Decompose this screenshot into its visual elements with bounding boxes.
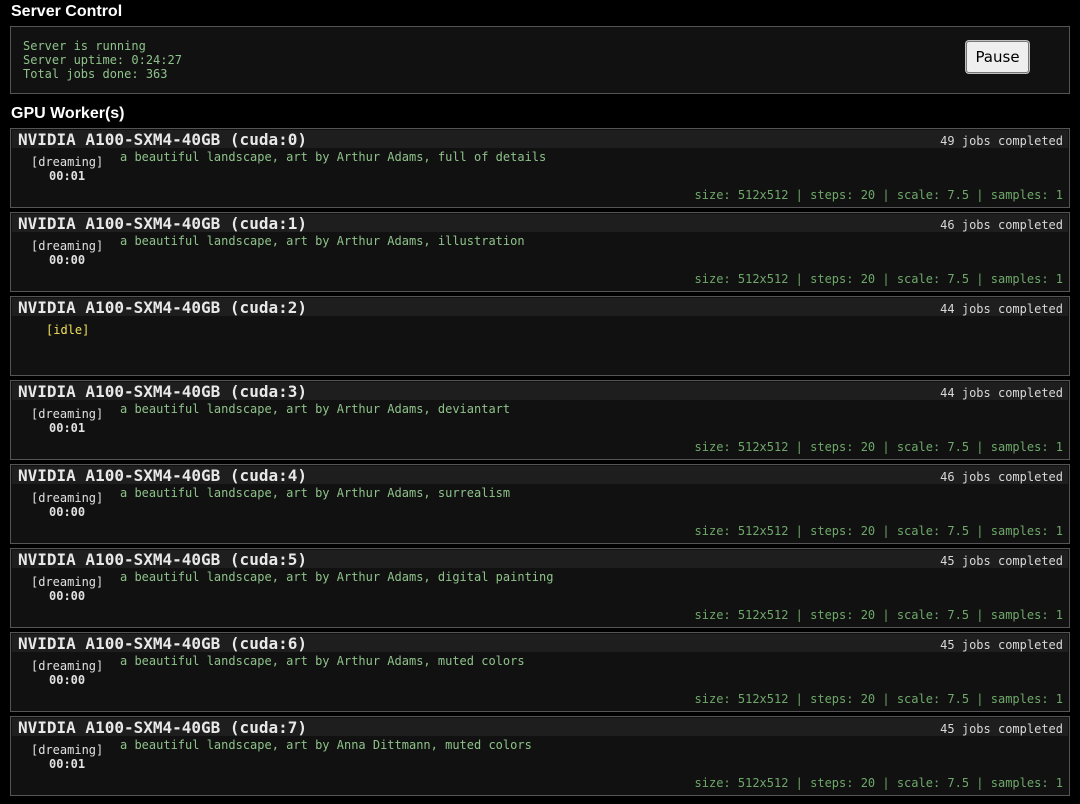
worker-prompt: a beautiful landscape, art by Arthur Ada… — [120, 402, 511, 416]
worker-state: [idle] — [46, 323, 90, 337]
gpu-worker-card: NVIDIA A100-SXM4-40GB (cuda:3) 44 jobs c… — [10, 380, 1070, 460]
worker-gpu-name: NVIDIA A100-SXM4-40GB (cuda:6) — [18, 634, 307, 653]
worker-params: size: 512x512 | steps: 20 | scale: 7.5 |… — [694, 608, 1063, 622]
worker-jobs-completed: 45 jobs completed — [940, 638, 1063, 652]
worker-elapsed-time: 00:00 — [49, 589, 86, 603]
worker-gpu-name: NVIDIA A100-SXM4-40GB (cuda:2) — [18, 298, 307, 317]
server-running-text: Server is running — [23, 39, 146, 53]
worker-prompt: a beautiful landscape, art by Anna Dittm… — [120, 738, 532, 752]
worker-prompt: a beautiful landscape, art by Arthur Ada… — [120, 234, 525, 248]
worker-gpu-name: NVIDIA A100-SXM4-40GB (cuda:3) — [18, 382, 307, 401]
worker-gpu-name: NVIDIA A100-SXM4-40GB (cuda:1) — [18, 214, 307, 233]
worker-gpu-name: NVIDIA A100-SXM4-40GB (cuda:5) — [18, 550, 307, 569]
gpu-worker-card: NVIDIA A100-SXM4-40GB (cuda:4) 46 jobs c… — [10, 464, 1070, 544]
server-uptime-text: Server uptime: 0:24:27 — [23, 53, 182, 67]
worker-jobs-completed: 46 jobs completed — [940, 218, 1063, 232]
worker-state: [dreaming] — [31, 155, 104, 169]
pause-button[interactable]: Pause — [966, 41, 1029, 73]
gpu-worker-card: NVIDIA A100-SXM4-40GB (cuda:0) 49 jobs c… — [10, 128, 1070, 208]
worker-gpu-name: NVIDIA A100-SXM4-40GB (cuda:0) — [18, 130, 307, 149]
worker-jobs-completed: 44 jobs completed — [940, 386, 1063, 400]
worker-state: [dreaming] — [31, 743, 104, 757]
gpu-worker-card: NVIDIA A100-SXM4-40GB (cuda:7) 45 jobs c… — [10, 716, 1070, 796]
worker-state: [dreaming] — [31, 239, 104, 253]
worker-params: size: 512x512 | steps: 20 | scale: 7.5 |… — [694, 440, 1063, 454]
worker-params: size: 512x512 | steps: 20 | scale: 7.5 |… — [694, 524, 1063, 538]
server-control-title: Server Control — [11, 3, 123, 20]
worker-state: [dreaming] — [31, 575, 104, 589]
worker-params: size: 512x512 | steps: 20 | scale: 7.5 |… — [694, 272, 1063, 286]
worker-params: size: 512x512 | steps: 20 | scale: 7.5 |… — [694, 188, 1063, 202]
total-jobs-text: Total jobs done: 363 — [23, 67, 168, 81]
worker-jobs-completed: 49 jobs completed — [940, 134, 1063, 148]
gpu-worker-card: NVIDIA A100-SXM4-40GB (cuda:5) 45 jobs c… — [10, 548, 1070, 628]
worker-gpu-name: NVIDIA A100-SXM4-40GB (cuda:4) — [18, 466, 307, 485]
worker-elapsed-time: 00:01 — [49, 421, 86, 435]
worker-jobs-completed: 44 jobs completed — [940, 302, 1063, 316]
gpu-worker-card: NVIDIA A100-SXM4-40GB (cuda:1) 46 jobs c… — [10, 212, 1070, 292]
worker-prompt: a beautiful landscape, art by Arthur Ada… — [120, 570, 554, 584]
gpu-worker-card: NVIDIA A100-SXM4-40GB (cuda:2) 44 jobs c… — [10, 296, 1070, 376]
worker-elapsed-time: 00:01 — [49, 169, 86, 183]
worker-prompt: a beautiful landscape, art by Arthur Ada… — [120, 150, 547, 164]
server-status: Server is running Server uptime: 0:24:27… — [23, 39, 182, 81]
worker-state: [dreaming] — [31, 491, 104, 505]
worker-elapsed-time: 00:00 — [49, 253, 86, 267]
worker-elapsed-time: 00:00 — [49, 673, 86, 687]
worker-prompt: a beautiful landscape, art by Arthur Ada… — [120, 654, 525, 668]
gpu-worker-card: NVIDIA A100-SXM4-40GB (cuda:6) 45 jobs c… — [10, 632, 1070, 712]
worker-state: [dreaming] — [31, 659, 104, 673]
worker-elapsed-time: 00:01 — [49, 757, 86, 771]
server-control-panel: Server is running Server uptime: 0:24:27… — [10, 26, 1070, 94]
worker-jobs-completed: 46 jobs completed — [940, 470, 1063, 484]
worker-params: size: 512x512 | steps: 20 | scale: 7.5 |… — [694, 776, 1063, 790]
worker-jobs-completed: 45 jobs completed — [940, 554, 1063, 568]
worker-jobs-completed: 45 jobs completed — [940, 722, 1063, 736]
gpu-workers-title: GPU Worker(s) — [11, 105, 125, 122]
worker-gpu-name: NVIDIA A100-SXM4-40GB (cuda:7) — [18, 718, 307, 737]
worker-params: size: 512x512 | steps: 20 | scale: 7.5 |… — [694, 692, 1063, 706]
worker-elapsed-time: 00:00 — [49, 505, 86, 519]
worker-state: [dreaming] — [31, 407, 104, 421]
worker-prompt: a beautiful landscape, art by Arthur Ada… — [120, 486, 511, 500]
